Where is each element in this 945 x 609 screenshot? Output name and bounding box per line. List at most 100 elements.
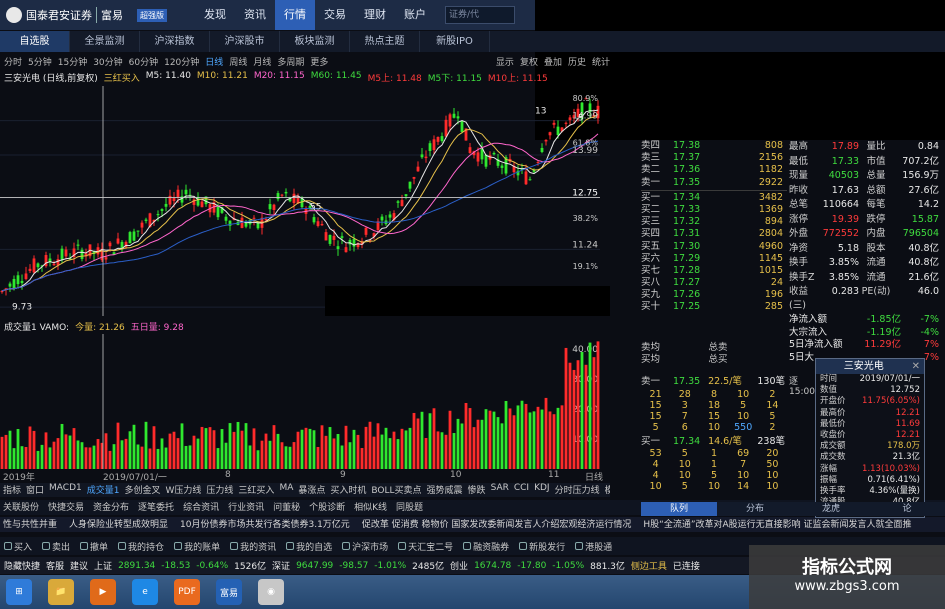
period-option[interactable]: 多周期 [277,55,304,69]
chart-option[interactable]: 历史 [568,55,586,69]
indicator-tab[interactable]: 模板 [605,483,610,497]
tool-link[interactable]: 个股诊断 [309,500,345,515]
panel-tab[interactable]: 龙虎 [793,502,869,516]
tab-3[interactable]: 沪深股市 [210,31,280,52]
tool-link[interactable]: 资金分布 [93,500,129,515]
news-item[interactable]: 促改革 促消费 稳物价 国家发改委新闻发言人介绍宏观经济运行情况 [362,517,632,532]
nav-item[interactable]: 资讯 [235,0,275,30]
period-option[interactable]: 周线 [229,55,247,69]
order-row[interactable]: 买七 17.28 1015 [641,265,787,277]
indicator-tab[interactable]: 三红买入 [238,483,274,497]
period-option[interactable]: 30分钟 [93,55,122,69]
action-button[interactable]: 撤单 [80,540,108,553]
order-row[interactable]: 买三 17.32 894 [641,216,787,228]
order-row[interactable]: 买八 17.27 24 [641,277,787,289]
indicator-tab[interactable]: 成交量1 [87,483,120,497]
indicator-tab[interactable]: 暴涨点 [298,483,325,497]
indicator-tab[interactable]: 强势威震 [427,483,463,497]
candlestick-chart[interactable]: 14.9913.9912.7511.249.5680.9%61.8%38.2%1… [0,86,610,316]
browser-icon[interactable]: e [132,579,158,605]
tab-2[interactable]: 沪深指数 [140,31,210,52]
chart-option[interactable]: 显示 [496,55,514,69]
indicator-tab[interactable]: SAR [491,483,509,497]
order-row[interactable]: 买五 17.30 4960 [641,241,787,253]
start-icon[interactable]: ⊞ [6,579,32,605]
nav-item[interactable]: 理财 [355,0,395,30]
tab-0[interactable]: 自选股 [0,31,70,52]
volume-chart[interactable]: 40.0030.0020.0010.00 [0,334,610,469]
tool-link[interactable]: 关联股份 [3,500,39,515]
nav-item[interactable]: 发现 [195,0,235,30]
action-button[interactable]: 新股发行 [519,540,565,553]
tick-detail-label[interactable]: 逐 15:00 [789,374,815,404]
search-input[interactable]: 证券/代 [445,6,515,24]
period-option[interactable]: 15分钟 [58,55,87,69]
indicator-tab[interactable]: 分时压力线 [555,483,600,497]
indicator-tab[interactable]: 惨跌 [468,483,486,497]
fuyi-icon[interactable]: 富易 [216,579,242,605]
indicator-tab[interactable]: MACD1 [49,483,82,497]
period-option[interactable]: 5分钟 [28,55,52,69]
action-button[interactable]: 天汇宝二号 [398,540,453,553]
action-button[interactable]: 买入 [4,540,32,553]
indicator-tab[interactable]: KDJ [534,483,550,497]
period-option[interactable]: 120分钟 [164,55,199,69]
period-option[interactable]: 更多 [310,55,328,69]
version-badge[interactable]: 超强版 [137,8,167,22]
tool-link[interactable]: 综合资讯 [183,500,219,515]
indicator-tab[interactable]: 多创金叉 [124,483,160,497]
tool-link[interactable]: 同股题 [396,500,423,515]
chart-option[interactable]: 叠加 [544,55,562,69]
indicator-tab[interactable]: 窗口 [26,483,44,497]
tool-link[interactable]: 相似K线 [354,500,387,515]
indicator-tab[interactable]: W压力线 [166,483,202,497]
order-row[interactable]: 卖三 17.37 2156 [641,152,787,164]
tool-link[interactable]: 行业资讯 [228,500,264,515]
panel-tab[interactable]: 分布 [717,502,793,516]
indicator-tab[interactable]: 指标 [3,483,21,497]
close-icon[interactable]: ✕ [912,359,924,374]
news-item[interactable]: 10月份债券市场共发行各类债券3.1万亿元 [180,517,350,532]
tab-6[interactable]: 新股IPO [420,31,490,52]
tool-link[interactable]: 逐笔委托 [138,500,174,515]
order-row[interactable]: 买四 17.31 2804 [641,228,787,240]
order-row[interactable]: 买一 17.34 3482 [641,192,787,204]
order-row[interactable]: 卖四 17.38 808 [641,140,787,152]
action-button[interactable]: 我的账单 [174,540,220,553]
tab-5[interactable]: 热点主题 [350,31,420,52]
indicator-tab[interactable]: BOLL买卖点 [371,483,421,497]
action-button[interactable]: 我的自选 [286,540,332,553]
nav-item[interactable]: 交易 [315,0,355,30]
chart-option[interactable]: 统计 [592,55,610,69]
action-button[interactable]: 港股通 [575,540,612,553]
nav-item[interactable]: 账户 [395,0,435,30]
order-row[interactable]: 卖一 17.35 2922 [641,177,787,189]
panel-tab[interactable]: 论 [869,502,945,516]
indicator-tab[interactable]: CCI [514,483,529,497]
period-option[interactable]: 分时 [4,55,22,69]
nav-item[interactable]: 行情 [275,0,315,30]
period-option[interactable]: 月线 [253,55,271,69]
tab-4[interactable]: 板块监测 [280,31,350,52]
panel-tab[interactable]: 队列 [641,502,717,516]
indicator-tab[interactable]: 压力线 [206,483,233,497]
pdf-icon[interactable]: PDF [174,579,200,605]
period-option[interactable]: 60分钟 [129,55,158,69]
order-row[interactable]: 买六 17.29 1145 [641,253,787,265]
action-button[interactable]: 融资融券 [463,540,509,553]
tool-link[interactable]: 快捷交易 [48,500,84,515]
order-row[interactable]: 买十 17.25 285 [641,301,787,313]
order-row[interactable]: 买九 17.26 196 [641,289,787,301]
explorer-icon[interactable]: 📁 [48,579,74,605]
indicator-tab[interactable]: MA [279,483,293,497]
action-button[interactable]: 我的持仓 [118,540,164,553]
order-row[interactable]: 买二 17.33 1369 [641,204,787,216]
action-button[interactable]: 我的资讯 [230,540,276,553]
chart-option[interactable]: 复权 [520,55,538,69]
tab-1[interactable]: 全景监测 [70,31,140,52]
action-button[interactable]: 卖出 [42,540,70,553]
tool-link[interactable]: 问董秘 [273,500,300,515]
news-item[interactable]: H股“全流通”改革对A股运行无直接影响 证监会新闻发言人就全面推 [643,517,911,532]
period-option[interactable]: 日线 [205,55,223,69]
indicator-tab[interactable]: 买入时机 [330,483,366,497]
